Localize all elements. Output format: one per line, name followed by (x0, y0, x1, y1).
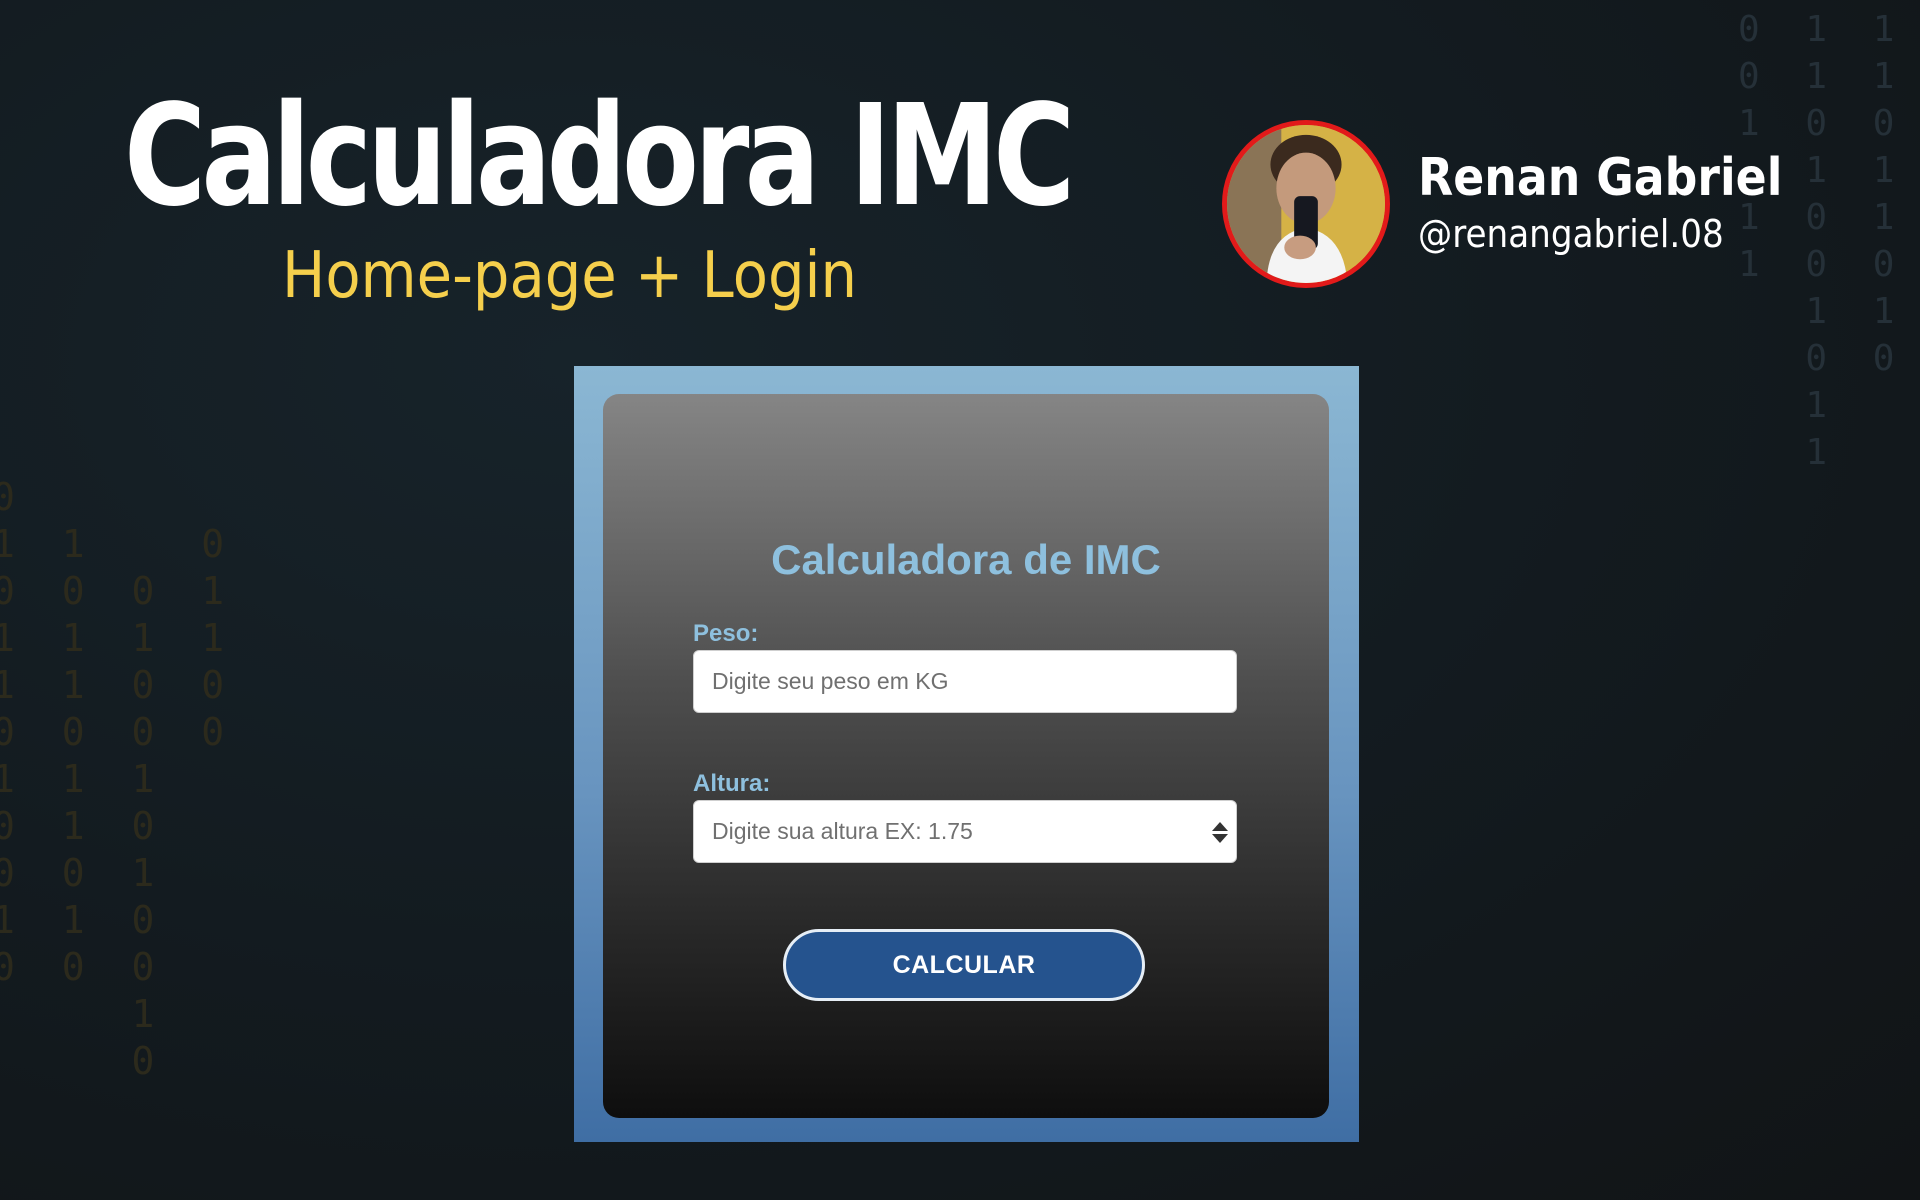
subtitle: Home-page + Login (282, 239, 858, 313)
binary-row: 1 1 (1805, 385, 1840, 426)
binary-row: 1 1 1 (0, 757, 167, 801)
binary-row: 0 0 0 (1805, 338, 1907, 379)
binary-row: 1 0 0 0 0 (1738, 103, 1907, 144)
binary-row: 0 1 1 1 1 (1738, 9, 1907, 50)
binary-row: 1 (0, 992, 167, 1036)
binary-row: 0 0 0 1 (0, 569, 237, 613)
binary-row: 0 (0, 475, 27, 519)
binary-row: 1 0 0 1 (1738, 244, 1907, 285)
spinner-up-icon[interactable] (1212, 821, 1228, 831)
author-handle: @renangabriel.08 (1418, 212, 1724, 256)
altura-field-container (693, 800, 1237, 863)
app-title: Calculadora de IMC (771, 536, 1161, 583)
binary-decoration-left: 01 1 00 0 0 11 1 1 11 1 0 00 0 0 01 1 10… (0, 474, 236, 1085)
binary-decoration-right: 0 1 1 1 10 1 1 0 01 0 0 0 0 1 1 11 0 1 0… (1738, 6, 1920, 476)
binary-row: 1 1 0 (0, 522, 237, 566)
binary-row: 0 0 0 (0, 945, 167, 989)
imc-calculator-card: Calculadora de IMC Peso: Altura: CALCULA… (603, 394, 1329, 1118)
binary-row: 1 1 0 (1805, 291, 1907, 332)
author-name: Renan Gabriel (1418, 148, 1783, 208)
peso-label: Peso: (693, 620, 759, 647)
binary-row: 1 1 1 1 (0, 616, 237, 660)
binary-row: 0 0 1 (0, 851, 167, 895)
calcular-button[interactable]: CALCULAR (783, 929, 1145, 1001)
binary-row: 0 1 0 (0, 804, 167, 848)
avatar (1222, 120, 1390, 288)
binary-row: 0 0 0 0 (0, 710, 237, 754)
app-screenshot-frame: Calculadora de IMC Peso: Altura: CALCULA… (574, 366, 1359, 1142)
peso-field-container (693, 650, 1237, 713)
altura-input[interactable] (694, 801, 1236, 862)
thumbnail: 0 1 1 1 10 1 1 0 01 0 0 0 0 1 1 11 0 1 0… (0, 0, 1920, 1200)
binary-row: 1 1 0 0 (0, 663, 237, 707)
avatar-photo (1227, 125, 1385, 283)
spinner-down-icon[interactable] (1212, 833, 1228, 843)
binary-row: 1 0 (1805, 432, 1840, 473)
binary-row: 1 1 0 (0, 898, 167, 942)
altura-spinner[interactable] (1210, 819, 1230, 845)
altura-label: Altura: (693, 770, 771, 797)
peso-input[interactable] (694, 651, 1236, 712)
binary-row: 0 1 1 0 0 (1738, 56, 1907, 97)
binary-row: 0 (0, 1039, 167, 1083)
main-title: Calculadora IMC (124, 75, 1075, 238)
